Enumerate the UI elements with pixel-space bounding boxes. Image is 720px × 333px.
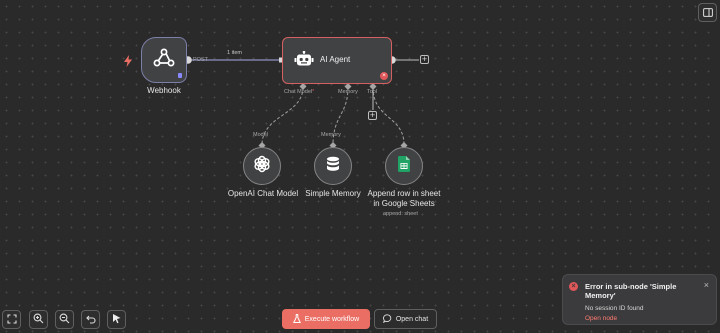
openai-handle-label: Model: [253, 132, 268, 138]
tool-input-label: Tool: [367, 89, 378, 95]
add-tool-plus-icon[interactable]: +: [368, 111, 377, 120]
robot-icon: [294, 50, 314, 74]
google-sheets-label: Append row in sheet in Google Sheets: [362, 189, 446, 209]
webhook-label: Webhook: [147, 86, 181, 95]
toast-title-line2: Memory': [585, 291, 616, 300]
open-chat-label: Open chat: [395, 315, 429, 323]
open-node-link[interactable]: Open node: [585, 315, 617, 322]
cursor-icon: [112, 311, 122, 329]
sidebar-panel-icon: [702, 4, 713, 22]
openai-icon: [253, 155, 271, 178]
execute-workflow-label: Execute workflow: [304, 315, 360, 323]
webhook-badge-icon: [178, 73, 182, 78]
database-icon: [326, 156, 340, 177]
open-chat-button[interactable]: Open chat: [374, 309, 437, 329]
undo-icon: [85, 311, 96, 329]
required-mark: *: [312, 89, 315, 95]
error-toast: × Error in sub-node 'Simple Memory' × No…: [562, 274, 717, 325]
flask-icon: [292, 310, 301, 328]
ai-agent-node[interactable]: AI Agent ×: [282, 37, 392, 84]
connection-items-label: 1 item: [227, 50, 242, 56]
toast-title: Error in sub-node 'Simple Memory': [585, 282, 676, 300]
fit-view-icon: [6, 311, 17, 329]
webhook-output-label: POST: [193, 57, 208, 63]
tool-connection[interactable]: [372, 86, 405, 146]
undo-button[interactable]: [81, 310, 100, 329]
chat-model-input-label: Chat Model*: [284, 89, 314, 95]
zoom-in-button[interactable]: [29, 310, 48, 329]
webhook-node[interactable]: [141, 37, 187, 83]
execute-workflow-button[interactable]: Execute workflow: [282, 309, 370, 329]
model-connection[interactable]: [261, 86, 304, 146]
add-output-plus-icon[interactable]: +: [420, 55, 429, 64]
memory-handle-label: Memory: [321, 132, 341, 138]
toggle-panel-button[interactable]: [698, 3, 717, 22]
error-circle-icon: ×: [569, 282, 578, 291]
google-sheets-label-line1: Append row in sheet: [367, 189, 441, 198]
pointer-tool-button[interactable]: [107, 310, 126, 329]
zoom-out-button[interactable]: [55, 310, 74, 329]
chat-icon: [382, 310, 392, 328]
zoom-out-icon: [59, 311, 70, 329]
simple-memory-label: Simple Memory: [305, 189, 361, 198]
openai-chat-model-node[interactable]: [243, 147, 281, 185]
google-sheets-subtitle: append: sheet: [383, 211, 418, 217]
zoom-in-icon: [33, 311, 44, 329]
lightning-icon: [123, 54, 133, 72]
google-sheets-label-line2: in Google Sheets: [373, 199, 435, 208]
close-icon[interactable]: ×: [704, 280, 709, 290]
webhook-icon: [152, 47, 176, 74]
toast-title-line1: Error in sub-node 'Simple: [585, 282, 677, 291]
google-sheets-node[interactable]: [385, 147, 423, 185]
chat-model-input-text: Chat Model: [284, 89, 313, 95]
error-icon: ×: [380, 72, 388, 80]
ai-agent-label: AI Agent: [320, 55, 351, 64]
fit-view-button[interactable]: [2, 310, 21, 329]
memory-input-label: Memory: [338, 89, 358, 95]
toast-message: No session ID found: [585, 305, 644, 312]
simple-memory-node[interactable]: [314, 147, 352, 185]
google-sheets-icon: [398, 155, 410, 177]
openai-chat-model-label: OpenAI Chat Model: [227, 189, 299, 198]
